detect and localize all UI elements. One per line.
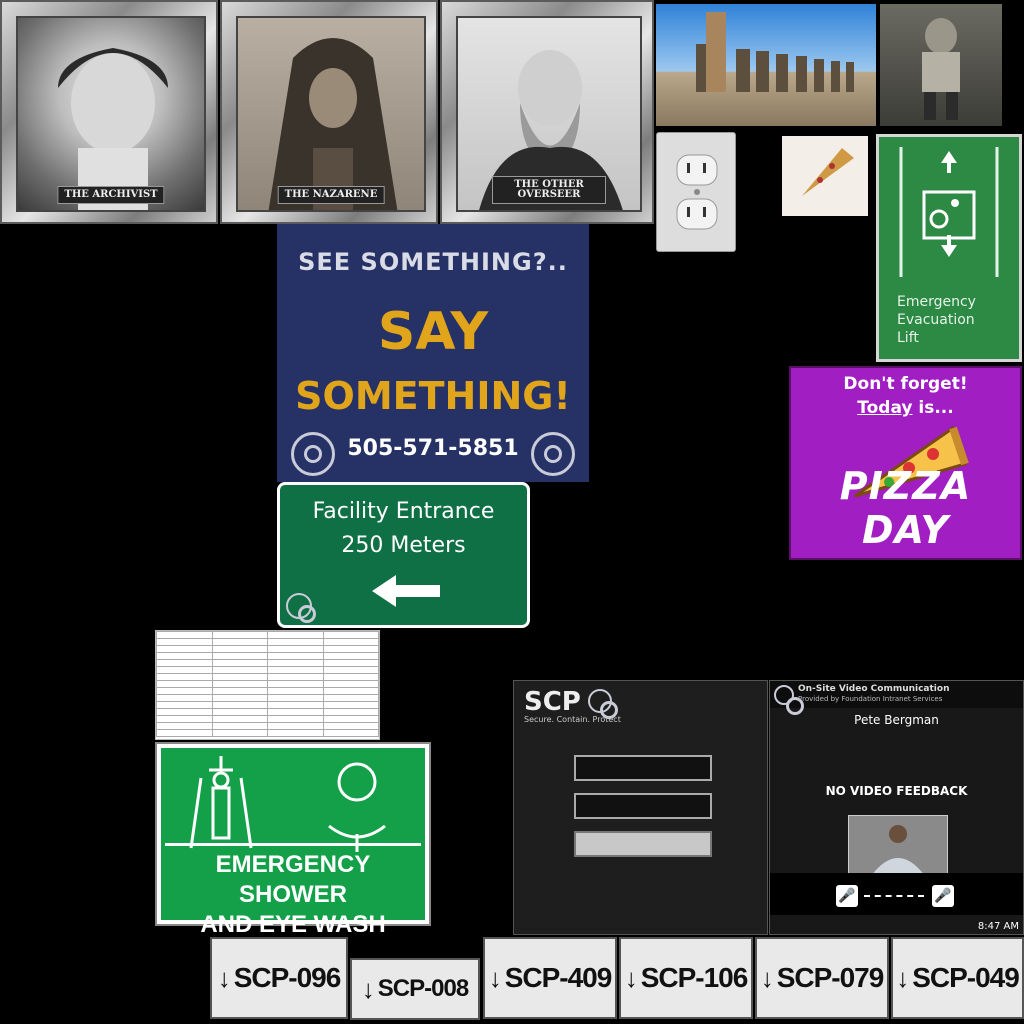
video-status: NO VIDEO FEEDBACK <box>825 784 968 798</box>
login-brand: SCP <box>524 687 581 717</box>
person-silhouette-icon <box>871 825 925 876</box>
password-field[interactable] <box>574 793 712 819</box>
scp-login-screen: SCP Secure. Contain. Protect <box>513 680 768 935</box>
scp-tag: ↓ SCP-106 <box>619 937 753 1019</box>
microphone-icon[interactable]: 🎤 <box>932 885 954 907</box>
scp-tag: ↓ SCP-008 <box>350 958 480 1020</box>
video-communication-screen: On-Site Video Communication Provided by … <box>769 680 1024 935</box>
pizza-line3: PIZZA DAY <box>839 464 972 552</box>
login-button[interactable] <box>574 831 712 857</box>
video-header-title: On-Site Video Communication <box>798 684 950 694</box>
mic-level-line <box>864 895 924 897</box>
portrait-figure-icon <box>268 38 398 210</box>
scp-tag: ↓ SCP-409 <box>483 937 617 1019</box>
pizza-slice-icon <box>802 148 854 196</box>
poster-line2: SAY <box>377 302 489 362</box>
scp-tag-label: SCP-008 <box>377 975 469 1002</box>
outlet-plate <box>656 132 736 252</box>
scp-logo-icon <box>588 689 618 719</box>
scp-tag: ↓ SCP-079 <box>755 937 889 1019</box>
scp-tag-label: SCP-049 <box>912 962 1020 993</box>
portrait-archivist: THE ARCHIVIST <box>0 0 218 224</box>
evac-line1: Emergency <box>897 294 976 310</box>
username-field[interactable] <box>574 755 712 781</box>
shower-eyewash-icon <box>189 756 386 852</box>
evac-line3: Lift <box>897 330 919 346</box>
sign-line1: Facility Entrance <box>312 499 495 524</box>
scp-tag-label: SCP-409 <box>504 962 613 993</box>
scp-logo-icon <box>531 432 575 476</box>
portrait-nazarene: THE NAZARENE <box>220 0 438 224</box>
pizza-today: Today <box>857 398 913 418</box>
portrait-plaque: THE NAZARENE <box>277 186 385 204</box>
scp-tag-label: SCP-079 <box>776 962 885 993</box>
down-arrow-icon: ↓ <box>624 962 638 993</box>
moai-statues-icon <box>696 12 854 92</box>
say-something-poster: SEE SOMETHING?.. SAY SOMETHING! 505-571-… <box>277 224 589 482</box>
schedule-table <box>156 631 379 737</box>
facility-entrance-sign: Facility Entrance 250 Meters <box>277 482 530 628</box>
pizza-line1: Don't forget! <box>843 374 968 394</box>
sign-line2: 250 Meters <box>341 533 466 558</box>
evacuation-lift-icon <box>899 147 999 277</box>
down-arrow-icon: ↓ <box>896 962 909 993</box>
portrait-figure-icon <box>58 48 168 210</box>
scp-logo-icon <box>286 593 316 623</box>
emergency-shower-sign: EMERGENCY SHOWER AND EYE WASH <box>155 742 431 938</box>
poster-line3: SOMETHING! <box>295 374 571 418</box>
moai-photo <box>656 4 876 126</box>
duty-schedule-document <box>155 630 380 740</box>
creature-figure-icon <box>922 18 960 120</box>
left-arrow-icon <box>372 575 440 607</box>
clock-time: 8:47 AM <box>977 921 1019 932</box>
down-arrow-icon: ↓ <box>760 962 774 993</box>
pizza-slice-photo <box>782 136 868 216</box>
evac-line2: Evacuation <box>897 312 975 328</box>
shower-line1: EMERGENCY SHOWER <box>215 851 371 908</box>
power-outlet-icon <box>676 154 718 230</box>
login-tagline: Secure. Contain. Protect <box>524 715 621 724</box>
scp-tag: ↓ SCP-049 <box>891 937 1024 1019</box>
scp-logo-icon <box>291 432 335 476</box>
video-header-sub: Provided by Foundation Intranet Services <box>798 695 943 703</box>
scp-tag-label: SCP-096 <box>233 962 342 993</box>
down-arrow-icon: ↓ <box>217 962 231 993</box>
portrait-other-overseer: THE OTHER OVERSEER <box>440 0 654 224</box>
portrait-plaque: THE ARCHIVIST <box>57 186 165 204</box>
pizza-is: is... <box>912 398 954 418</box>
portrait-plaque: THE OTHER OVERSEER <box>492 176 606 204</box>
pizza-day-poster: Don't forget! Today is... PIZZA DAY <box>789 366 1022 560</box>
creature-photo <box>880 4 1002 126</box>
microphone-icon[interactable]: 🎤 <box>836 885 858 907</box>
caller-name: Pete Bergman <box>854 713 939 727</box>
scp-tag: ↓ SCP-096 <box>210 937 348 1019</box>
shower-line2: AND EYE WASH <box>200 911 386 938</box>
down-arrow-icon: ↓ <box>361 973 375 1004</box>
poster-line1: SEE SOMETHING?.. <box>298 248 568 276</box>
scp-logo-icon <box>774 685 804 715</box>
down-arrow-icon: ↓ <box>488 962 502 993</box>
evacuation-lift-sign: Emergency Evacuation Lift <box>876 134 1022 362</box>
scp-tag-label: SCP-106 <box>640 962 749 993</box>
camera-thumbnail <box>848 815 948 877</box>
